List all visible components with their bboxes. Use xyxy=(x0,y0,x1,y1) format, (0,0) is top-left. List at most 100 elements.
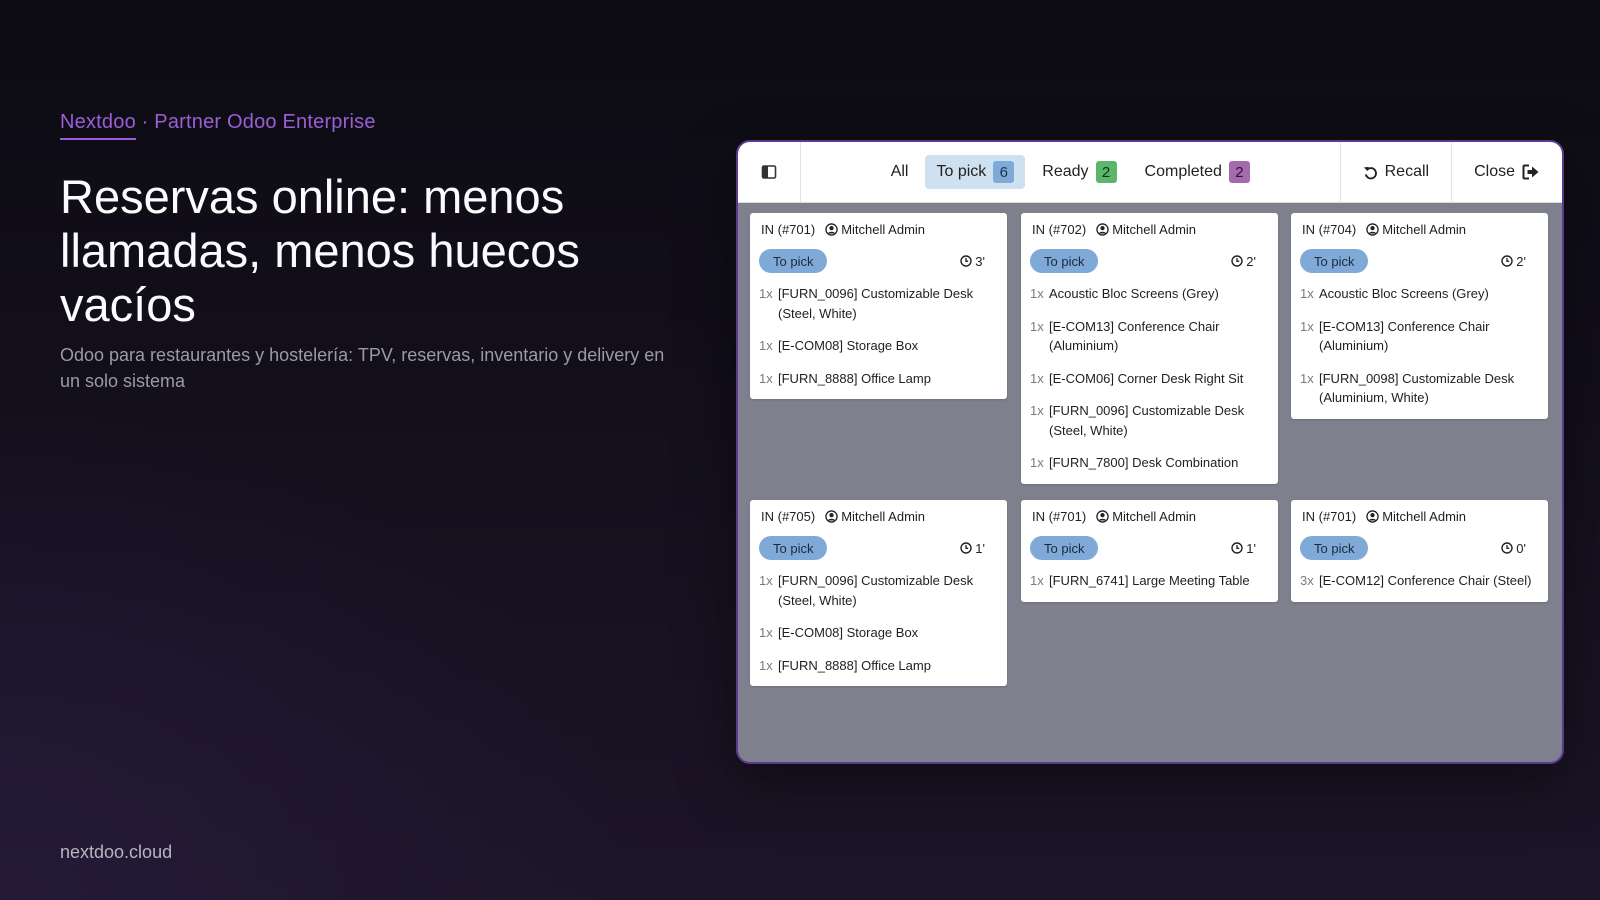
order-line: 1x [FURN_0096] Customizable Desk (Steel, … xyxy=(759,568,997,613)
hero-title: Reservas online: menos llamadas, menos h… xyxy=(60,170,580,331)
close-button[interactable]: Close xyxy=(1451,142,1562,202)
brand-underline xyxy=(60,138,136,140)
clock-icon xyxy=(960,255,972,267)
status-badge: To pick xyxy=(1030,249,1099,273)
footer-url[interactable]: nextdoo.cloud xyxy=(60,842,172,863)
line-qty: 1x xyxy=(759,286,773,301)
order-line: 1x [FURN_0098] Customizable Desk (Alumini… xyxy=(1300,366,1538,411)
line-qty: 1x xyxy=(1030,455,1044,470)
tab-label: All xyxy=(890,163,909,180)
line-qty: 1x xyxy=(1030,286,1044,301)
order-line: 1x [FURN_0096] Customizable Desk (Steel, … xyxy=(1030,398,1268,443)
user-circle-icon xyxy=(1366,223,1379,236)
tab-label: Ready xyxy=(1042,163,1089,180)
sign-out-icon xyxy=(1522,164,1540,180)
user-circle-icon xyxy=(1096,510,1109,523)
ready-count-badge: 2 xyxy=(1095,161,1117,183)
order-ref: IN (#701) xyxy=(1302,509,1357,524)
order-line: 1x [FURN_8888] Office Lamp xyxy=(759,653,997,679)
order-lines: 1x Acoustic Bloc Screens (Grey) 1x [E-COM1… xyxy=(1021,273,1278,484)
user-name: Mitchell Admin xyxy=(1112,222,1197,237)
tab-all[interactable]: All xyxy=(880,155,920,189)
elapsed-time: 0' xyxy=(1516,540,1526,556)
order-card[interactable]: IN (#702) Mitchell Admin To pick 2' 1x Acou… xyxy=(1021,213,1278,484)
order-line: 1x [E-COM13] Conference Chair (Aluminium) xyxy=(1030,314,1268,359)
completed-count-badge: 2 xyxy=(1228,161,1250,183)
order-timer: 2' xyxy=(1231,254,1256,269)
clock-icon xyxy=(960,542,972,554)
order-lines: 1x [FURN_6741] Large Meeting Table xyxy=(1021,560,1278,602)
user-name: Mitchell Admin xyxy=(841,222,926,237)
hero-subtitle: Odoo para restaurantes y hostelería: TPV… xyxy=(60,345,665,391)
line-product: [E-COM13] Conference Chair (Aluminium) xyxy=(1319,318,1490,354)
order-card[interactable]: IN (#705) Mitchell Admin To pick 1' 1x [FUR… xyxy=(750,500,1007,686)
order-line: 1x [FURN_0096] Customizable Desk (Steel, … xyxy=(759,281,997,326)
order-timer: 2' xyxy=(1501,254,1526,269)
line-product: [FURN_0096] Customizable Desk (Steel, Wh… xyxy=(778,573,974,608)
order-card[interactable]: IN (#701) Mitchell Admin To pick 1' 1x [FUR… xyxy=(1021,500,1278,602)
line-product: [FURN_0096] Customizable Desk (Steel, Wh… xyxy=(1049,403,1245,438)
line-product: [FURN_0098] Customizable Desk (Aluminium… xyxy=(1319,370,1515,406)
line-product: [FURN_0096] Customizable Desk (Steel, Wh… xyxy=(778,286,974,321)
line-product: [E-COM12] Conference Chair (Steel) xyxy=(1319,573,1532,588)
order-card[interactable]: IN (#701) Mitchell Admin To pick 0' 3x [E-C… xyxy=(1291,500,1548,602)
recall-button[interactable]: Recall xyxy=(1339,142,1451,202)
line-qty: 1x xyxy=(759,338,773,353)
order-timer: 0' xyxy=(1501,541,1526,556)
elapsed-time: 2' xyxy=(1246,253,1256,269)
user-name: Mitchell Admin xyxy=(1382,509,1467,524)
user-name: Mitchell Admin xyxy=(1112,509,1197,524)
order-line: 1x [FURN_8888] Office Lamp xyxy=(759,366,997,392)
order-timer: 3' xyxy=(960,254,985,269)
order-timer: 1' xyxy=(1231,541,1256,556)
order-line: 1x [E-COM06] Corner Desk Right Sit xyxy=(1030,366,1268,392)
user-circle-icon xyxy=(825,510,838,523)
toolbar: All To pick 6 Ready 2 Completed 2 Recall… xyxy=(738,142,1562,203)
order-card[interactable]: IN (#701) Mitchell Admin To pick 3' 1x [FUR… xyxy=(750,213,1007,399)
partner-label: · Partner Odoo Enterprise xyxy=(135,111,376,133)
brand-link[interactable]: Nextdoo xyxy=(60,111,136,140)
clock-icon xyxy=(1231,542,1243,554)
line-qty: 1x xyxy=(1030,370,1044,386)
order-lines: 3x [E-COM12] Conference Chair (Steel) xyxy=(1291,560,1548,602)
order-ref: IN (#702) xyxy=(1032,222,1087,237)
order-ref: IN (#705) xyxy=(761,509,816,524)
status-badge: To pick xyxy=(1300,249,1369,273)
elapsed-time: 2' xyxy=(1516,253,1526,269)
close-label: Close xyxy=(1474,163,1515,180)
order-user: Mitchell Admin xyxy=(1096,509,1196,524)
order-card[interactable]: IN (#704) Mitchell Admin To pick 2' 1x Acou… xyxy=(1291,213,1548,419)
order-user: Mitchell Admin xyxy=(1366,222,1466,237)
tab-label: Completed xyxy=(1144,163,1222,180)
clock-icon xyxy=(1501,255,1513,267)
clock-icon xyxy=(1501,542,1513,554)
clock-icon xyxy=(1231,255,1243,267)
elapsed-time: 1' xyxy=(975,540,985,556)
pos-orders-window: All To pick 6 Ready 2 Completed 2 Recall… xyxy=(736,140,1564,764)
user-name: Mitchell Admin xyxy=(841,509,926,524)
line-product: [E-COM08] Storage Box xyxy=(778,625,919,640)
order-line: 1x [FURN_6741] Large Meeting Table xyxy=(1030,568,1268,594)
line-qty: 1x xyxy=(1300,318,1314,334)
order-ref: IN (#701) xyxy=(761,222,816,237)
line-product: [FURN_8888] Office Lamp xyxy=(778,370,931,386)
line-qty: 1x xyxy=(1030,318,1044,334)
tab-completed[interactable]: Completed 2 xyxy=(1134,155,1261,189)
line-product: [FURN_7800] Desk Combination xyxy=(1049,455,1239,470)
status-badge: To pick xyxy=(1300,536,1369,560)
line-qty: 1x xyxy=(759,573,773,588)
sidebar-toggle-icon xyxy=(761,164,777,180)
line-product: [E-COM06] Corner Desk Right Sit xyxy=(1049,370,1244,386)
user-circle-icon xyxy=(1366,510,1379,523)
order-line: 1x [E-COM13] Conference Chair (Aluminium) xyxy=(1300,314,1538,359)
order-lines: 1x [FURN_0096] Customizable Desk (Steel, … xyxy=(750,273,1007,399)
status-badge: To pick xyxy=(759,249,828,273)
order-line: 1x [E-COM08] Storage Box xyxy=(759,333,997,359)
tab-ready[interactable]: Ready 2 xyxy=(1031,155,1127,189)
order-lines: 1x Acoustic Bloc Screens (Grey) 1x [E-COM1… xyxy=(1291,273,1548,419)
order-ref: IN (#704) xyxy=(1302,222,1357,237)
tab-label: To pick xyxy=(936,163,987,180)
sidebar-toggle-button[interactable] xyxy=(738,142,801,202)
tab-to-pick[interactable]: To pick 6 xyxy=(925,155,1026,189)
status-badge: To pick xyxy=(759,536,828,560)
